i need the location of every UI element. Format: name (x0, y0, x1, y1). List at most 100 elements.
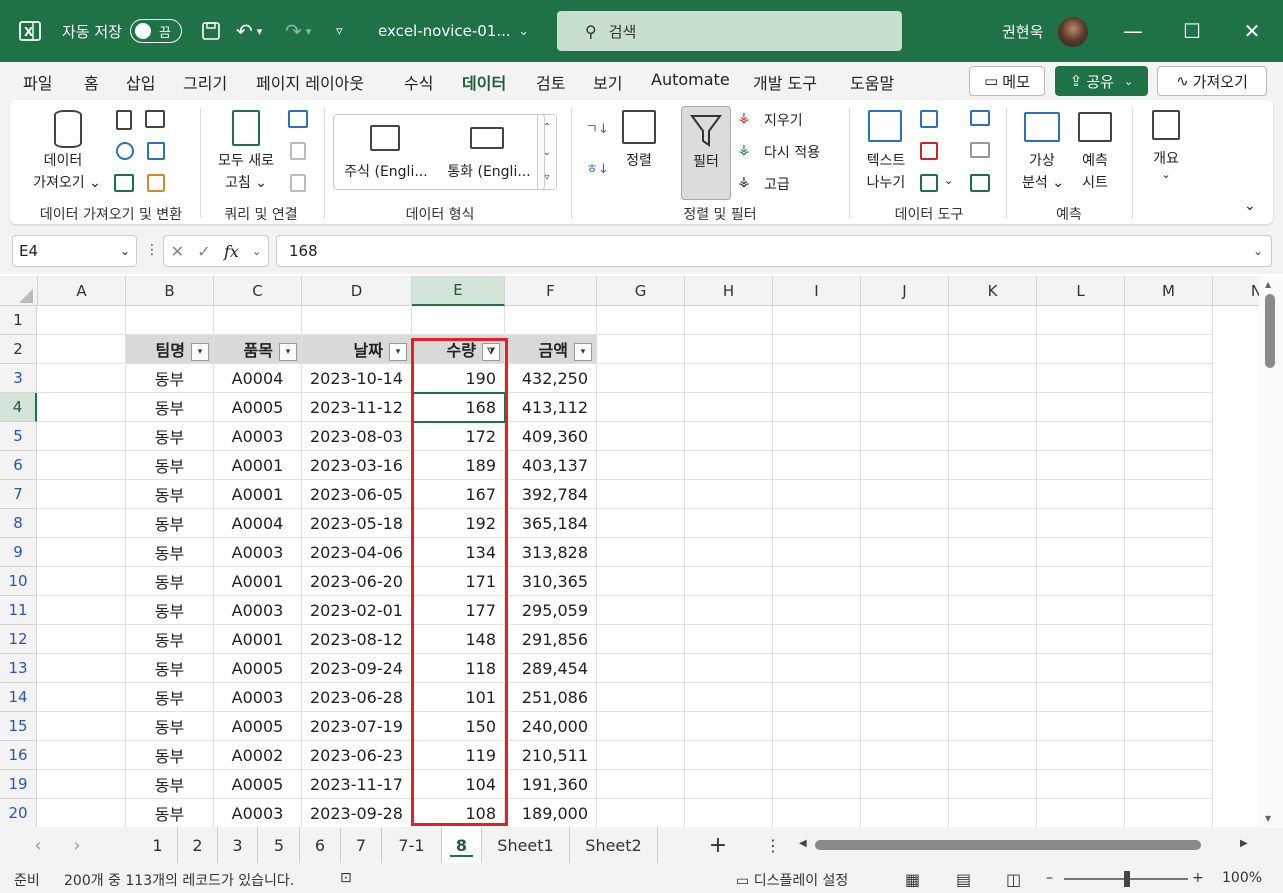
filter-button[interactable]: 필터 (681, 106, 731, 200)
cell[interactable] (597, 422, 685, 451)
file-name-button[interactable]: excel-novice-01... ⌄ (378, 0, 529, 62)
zoom-out-icon[interactable]: – (1046, 870, 1053, 886)
column-header-h[interactable]: H (685, 276, 773, 306)
cell[interactable] (861, 741, 949, 770)
table-cell-amount[interactable]: 392,784 (505, 480, 597, 509)
cell[interactable] (597, 625, 685, 654)
table-cell-team[interactable]: 동부 (126, 422, 214, 451)
normal-view-icon[interactable]: ▦ (905, 870, 920, 889)
cell[interactable] (861, 712, 949, 741)
cell[interactable] (685, 625, 773, 654)
table-cell-team[interactable]: 동부 (126, 596, 214, 625)
cell[interactable] (949, 509, 1037, 538)
cell[interactable] (685, 741, 773, 770)
close-icon[interactable]: ✕ (1222, 0, 1282, 62)
cell[interactable] (685, 799, 773, 827)
cell[interactable] (1037, 393, 1125, 422)
tab-insert[interactable]: 삽입 (126, 70, 155, 94)
table-cell-item[interactable]: A0002 (214, 741, 302, 770)
sheet-tab[interactable]: 1 (138, 827, 178, 863)
column-header-k[interactable]: K (949, 276, 1037, 306)
insert-function-icon[interactable]: fx (224, 242, 239, 261)
cell[interactable] (1037, 712, 1125, 741)
cell[interactable] (214, 306, 302, 335)
cell[interactable] (685, 567, 773, 596)
table-cell-amount[interactable]: 413,112 (505, 393, 597, 422)
sort-za-icon[interactable]: ㅎ↓ (586, 158, 609, 177)
table-cell-team[interactable]: 동부 (126, 567, 214, 596)
cell[interactable] (685, 364, 773, 393)
filter-dropdown-icon[interactable]: ▾ (389, 343, 407, 361)
table-header-cell[interactable]: 금액 ▾ (505, 335, 597, 364)
cell[interactable] (685, 306, 773, 335)
table-cell-date[interactable]: 2023-08-03 (302, 422, 412, 451)
cell[interactable] (949, 335, 1037, 364)
consolidate-icon[interactable] (970, 110, 990, 126)
row-header[interactable]: 12 (0, 625, 37, 654)
cell[interactable] (1125, 654, 1213, 683)
cell[interactable] (949, 451, 1037, 480)
redo-icon[interactable]: ↷ ▾ (285, 0, 311, 62)
picture-data-icon[interactable] (145, 110, 165, 128)
cell[interactable] (861, 683, 949, 712)
cell[interactable] (597, 480, 685, 509)
table-cell-amount[interactable]: 403,137 (505, 451, 597, 480)
cell[interactable] (949, 625, 1037, 654)
table-cell-date[interactable]: 2023-02-01 (302, 596, 412, 625)
cell[interactable] (949, 393, 1037, 422)
cell[interactable] (38, 654, 126, 683)
cell[interactable] (597, 712, 685, 741)
table-cell-item[interactable]: A0004 (214, 364, 302, 393)
cell[interactable] (597, 393, 685, 422)
tab-file[interactable]: 파일 (23, 70, 52, 94)
row-header[interactable]: 3 (0, 364, 37, 393)
sheet-tab[interactable]: 5 (259, 827, 300, 863)
ribbon-collapse-icon[interactable]: ⌄ (1244, 198, 1256, 214)
cell[interactable] (949, 770, 1037, 799)
table-cell-amount[interactable]: 365,184 (505, 509, 597, 538)
cell[interactable] (597, 451, 685, 480)
cell[interactable] (1037, 799, 1125, 827)
cell[interactable] (38, 741, 126, 770)
table-cell-date[interactable]: 2023-06-28 (302, 683, 412, 712)
cell[interactable] (685, 422, 773, 451)
cell[interactable] (1037, 422, 1125, 451)
cell[interactable] (1037, 335, 1125, 364)
next-sheet-icon[interactable]: › (64, 827, 90, 863)
column-header-l[interactable]: L (1037, 276, 1125, 306)
cell[interactable] (38, 712, 126, 741)
cell[interactable] (773, 625, 861, 654)
row-header[interactable]: 9 (0, 538, 37, 567)
cell[interactable] (773, 393, 861, 422)
cell[interactable] (38, 422, 126, 451)
web-icon[interactable] (116, 142, 134, 160)
prev-sheet-icon[interactable]: ‹ (25, 827, 51, 863)
cell[interactable] (773, 364, 861, 393)
horizontal-scroll-thumb[interactable] (815, 840, 1201, 850)
column-header-i[interactable]: I (773, 276, 861, 306)
cell[interactable] (949, 480, 1037, 509)
cell[interactable] (861, 567, 949, 596)
cell[interactable] (1125, 480, 1213, 509)
more-options-icon[interactable]: ⋮ (145, 242, 159, 258)
tab-help[interactable]: 도움말 (850, 70, 894, 94)
table-cell-item[interactable]: A0001 (214, 451, 302, 480)
row-header[interactable]: 11 (0, 596, 37, 625)
cell[interactable] (773, 770, 861, 799)
table-cell-item[interactable]: A0005 (214, 770, 302, 799)
cell[interactable] (949, 596, 1037, 625)
cell[interactable] (1125, 538, 1213, 567)
table-cell-team[interactable]: 동부 (126, 480, 214, 509)
cell[interactable] (1125, 683, 1213, 712)
table-cell-item[interactable]: A0003 (214, 538, 302, 567)
table-cell-amount[interactable]: 310,365 (505, 567, 597, 596)
cell[interactable] (685, 538, 773, 567)
autosave-toggle[interactable]: 끔 (129, 19, 182, 43)
sheet-tab[interactable]: 3 (218, 827, 258, 863)
enter-icon[interactable]: ✓ (197, 242, 210, 261)
cell[interactable] (861, 451, 949, 480)
cell[interactable] (38, 509, 126, 538)
memo-button[interactable]: ▭ 메모 (969, 66, 1045, 96)
page-break-view-icon[interactable]: ◫ (1006, 870, 1021, 889)
cell[interactable] (1125, 509, 1213, 538)
